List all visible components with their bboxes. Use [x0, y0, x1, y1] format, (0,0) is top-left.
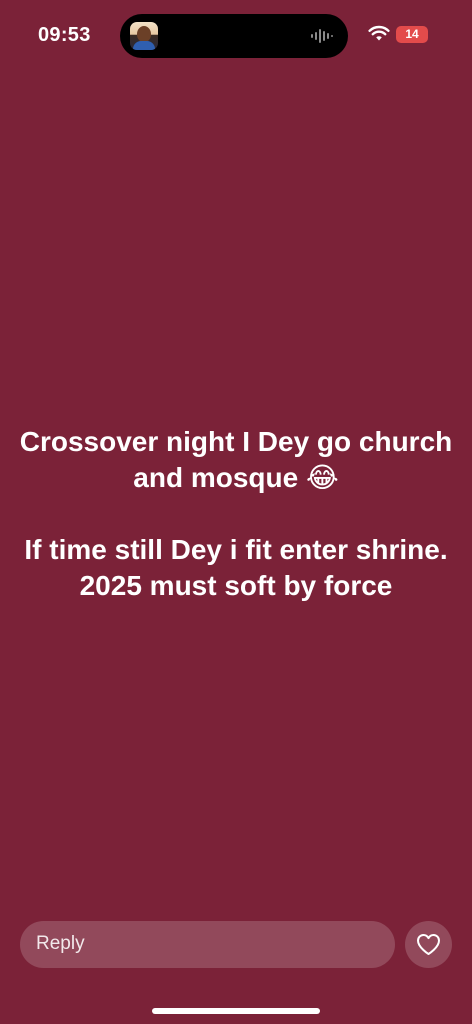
battery-level: 14 [405, 27, 419, 41]
battery-indicator: 14 [396, 26, 428, 43]
wifi-icon [368, 25, 390, 41]
heart-icon [417, 934, 440, 955]
dynamic-island[interactable] [120, 14, 348, 58]
story-text: Crossover night I Dey go church and mosq… [0, 424, 472, 604]
like-button[interactable] [405, 921, 452, 968]
reply-input[interactable]: Reply [20, 921, 395, 968]
story-line-3: If time still Dey i fit enter shrine. [24, 534, 448, 565]
audio-waveform-icon [311, 29, 333, 43]
story-line-4: 2025 must soft by force [79, 570, 393, 601]
reply-placeholder: Reply [36, 933, 85, 954]
status-bar: 09:53 14 [0, 0, 472, 70]
status-time: 09:53 [38, 24, 91, 46]
avatar [130, 22, 158, 50]
home-indicator[interactable] [152, 1008, 320, 1014]
story-line-1: Crossover night I Dey go church [19, 426, 453, 457]
story-line-2: and mosque 😂 [133, 462, 339, 493]
